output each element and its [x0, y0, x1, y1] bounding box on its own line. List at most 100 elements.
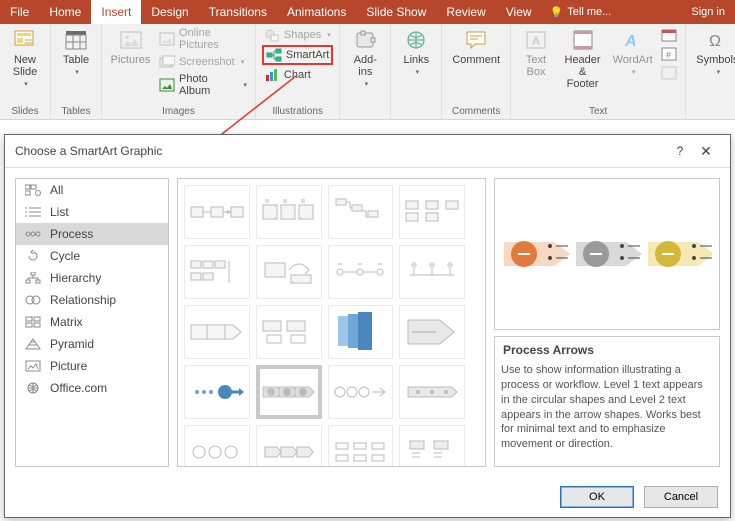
ribbon: New Slide ▾ Slides Table ▾ Tables Pictur: [0, 24, 735, 120]
category-process[interactable]: Process: [16, 223, 168, 245]
table-label: Table: [63, 54, 89, 66]
object-icon: [661, 65, 677, 81]
header-footer-label: Header & Footer: [563, 54, 602, 90]
date-time-button[interactable]: [659, 26, 679, 44]
smartart-thumb-selected[interactable]: [256, 365, 322, 419]
category-list-item[interactable]: List: [16, 201, 168, 223]
tab-file[interactable]: File: [0, 0, 39, 24]
textbox-label: Text Box: [526, 54, 546, 78]
chevron-down-icon: ▾: [717, 68, 721, 76]
smartart-thumb[interactable]: [399, 185, 465, 239]
cancel-button[interactable]: Cancel: [644, 486, 718, 508]
group-label-text: Text: [517, 106, 679, 119]
group-addins: Add- ins ▾: [340, 24, 391, 119]
chevron-down-icon: ▾: [632, 68, 636, 76]
smartart-thumb[interactable]: [328, 365, 394, 419]
smartart-thumb[interactable]: [328, 305, 394, 359]
smartart-thumb[interactable]: [256, 185, 322, 239]
preview-title: Process Arrows: [501, 343, 713, 357]
tab-review[interactable]: Review: [436, 0, 495, 24]
all-icon: [24, 183, 42, 197]
category-all[interactable]: All: [16, 179, 168, 201]
group-text: A Text Box Header & Footer A WordArt ▾ #…: [511, 24, 686, 119]
smartart-thumb[interactable]: [399, 365, 465, 419]
links-button[interactable]: Links ▾: [397, 26, 435, 78]
smartart-thumb[interactable]: [328, 185, 394, 239]
category-hierarchy[interactable]: Hierarchy: [16, 267, 168, 289]
category-picture[interactable]: Picture: [16, 355, 168, 377]
symbols-button[interactable]: Ω Symbols ▾: [692, 26, 735, 78]
object-button[interactable]: [659, 64, 679, 82]
group-label-slides: Slides: [6, 106, 44, 119]
chevron-down-icon: ▾: [416, 68, 420, 76]
online-pictures-button[interactable]: Online Pictures: [157, 26, 249, 52]
dialog-help-button[interactable]: ?: [668, 144, 692, 158]
category-label: Relationship: [50, 293, 116, 307]
ok-button[interactable]: OK: [560, 486, 634, 508]
preview-image: [494, 178, 720, 330]
wordart-button[interactable]: A WordArt ▾: [610, 26, 655, 78]
textbox-button[interactable]: A Text Box: [517, 26, 555, 80]
category-office[interactable]: Office.com: [16, 377, 168, 399]
smartart-thumb[interactable]: [328, 245, 394, 299]
svg-text:A: A: [532, 34, 540, 48]
group-illustrations: Shapes ▾ SmartArt Chart Illustrations: [256, 24, 340, 119]
smartart-button[interactable]: SmartArt: [262, 45, 333, 65]
photo-album-label: Photo Album: [179, 73, 237, 97]
new-slide-button[interactable]: New Slide ▾: [6, 26, 44, 90]
smartart-thumb[interactable]: [184, 425, 250, 466]
screenshot-button[interactable]: Screenshot ▾: [157, 53, 249, 71]
smartart-thumb[interactable]: [184, 245, 250, 299]
dialog-close-button[interactable]: ✕: [692, 143, 720, 160]
smartart-thumb[interactable]: [256, 425, 322, 466]
tab-slideshow[interactable]: Slide Show: [356, 0, 436, 24]
category-list[interactable]: All List Process Cycle Hierarchy Relatio…: [15, 178, 169, 467]
category-label: Hierarchy: [50, 271, 101, 285]
chevron-down-icon: ▾: [365, 80, 369, 88]
slide-number-button[interactable]: #: [659, 45, 679, 63]
tab-transitions[interactable]: Transitions: [199, 0, 277, 24]
chart-button[interactable]: Chart: [262, 66, 333, 84]
smartart-icon: [266, 47, 282, 63]
tab-insert[interactable]: Insert: [91, 0, 141, 24]
smartart-thumb[interactable]: [184, 305, 250, 359]
smartart-thumb[interactable]: [184, 365, 250, 419]
smartart-thumb[interactable]: [184, 185, 250, 239]
tab-home[interactable]: Home: [39, 0, 91, 24]
smartart-thumb[interactable]: [399, 305, 465, 359]
comment-button[interactable]: Comment: [448, 26, 504, 68]
category-relationship[interactable]: Relationship: [16, 289, 168, 311]
shapes-button[interactable]: Shapes ▾: [262, 26, 333, 44]
list-icon: [24, 205, 42, 219]
category-cycle[interactable]: Cycle: [16, 245, 168, 267]
chart-label: Chart: [284, 69, 311, 81]
matrix-icon: [24, 315, 42, 329]
table-icon: [62, 28, 90, 52]
comment-label: Comment: [452, 54, 500, 66]
pictures-button[interactable]: Pictures: [108, 26, 153, 68]
chevron-down-icon: ▾: [243, 81, 247, 89]
group-label-links: [397, 106, 435, 119]
addins-button[interactable]: Add- ins ▾: [346, 26, 384, 90]
tab-design[interactable]: Design: [141, 0, 198, 24]
category-label: List: [50, 205, 69, 219]
sign-in[interactable]: Sign in: [681, 0, 735, 24]
category-pyramid[interactable]: Pyramid: [16, 333, 168, 355]
gallery-scroll[interactable]: [178, 179, 471, 466]
table-button[interactable]: Table ▾: [57, 26, 95, 78]
tab-animations[interactable]: Animations: [277, 0, 356, 24]
smartart-thumb[interactable]: [256, 305, 322, 359]
smartart-thumb[interactable]: [328, 425, 394, 466]
chevron-down-icon: ▾: [24, 80, 28, 88]
photo-album-button[interactable]: Photo Album ▾: [157, 72, 249, 98]
smartart-thumb[interactable]: [399, 245, 465, 299]
screenshot-label: Screenshot: [179, 56, 235, 68]
smartart-thumb[interactable]: [399, 425, 465, 466]
category-matrix[interactable]: Matrix: [16, 311, 168, 333]
smartart-thumb[interactable]: [256, 245, 322, 299]
group-label-addins: [346, 106, 384, 119]
category-label: Cycle: [50, 249, 80, 263]
tell-me[interactable]: 💡 Tell me...: [542, 0, 620, 24]
tab-view[interactable]: View: [496, 0, 542, 24]
header-footer-button[interactable]: Header & Footer: [559, 26, 606, 92]
